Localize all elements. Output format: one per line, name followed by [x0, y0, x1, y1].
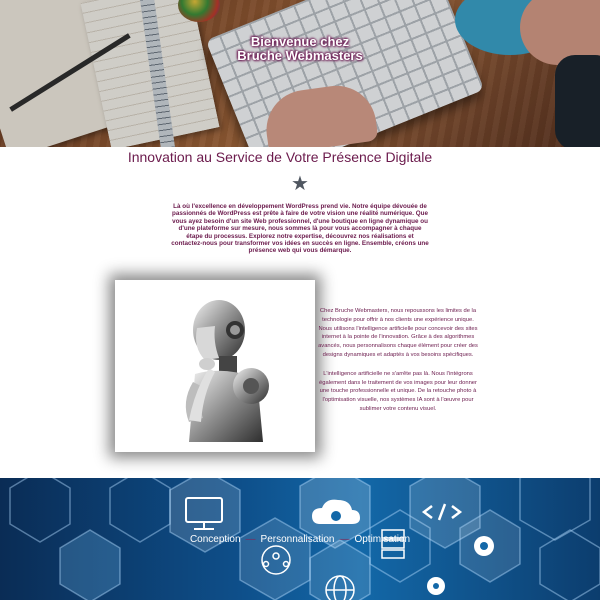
ai-paragraph-1: Chez Bruche Webmasters, nous repoussons … — [318, 308, 478, 358]
ai-description: Chez Bruche Webmasters, nous repoussons … — [316, 307, 480, 424]
robot-thinker-illustration — [185, 300, 269, 442]
ai-paragraph-2: L'intelligence artificielle ne s'arrête … — [319, 370, 477, 412]
hero-overlay — [0, 0, 600, 147]
hero-banner: Bienvenue chez Bruche Webmasters — [0, 0, 600, 147]
hero-title-line1: Bienvenue chez — [250, 34, 350, 49]
service-separator: — — [245, 534, 256, 545]
service-separator: — — [339, 534, 350, 545]
robot-photo-frame — [115, 280, 315, 452]
intro-heading: Innovation au Service de Votre Présence … — [127, 149, 433, 165]
service-optimisation: Optimisation — [354, 534, 411, 545]
robot-image — [123, 290, 307, 442]
hero-title: Bienvenue chez Bruche Webmasters — [0, 35, 600, 63]
service-personnalisation: Personnalisation — [260, 534, 335, 545]
intro-text: Là où l'excellence en développement Word… — [171, 203, 429, 255]
hero-title-line2: Bruche Webmasters — [237, 48, 363, 63]
gears-icon — [427, 577, 445, 595]
star-icon: ★ — [291, 173, 309, 195]
services-list: Conception — Personnalisation — Optimisation — [0, 534, 600, 545]
service-conception: Conception — [189, 534, 241, 545]
